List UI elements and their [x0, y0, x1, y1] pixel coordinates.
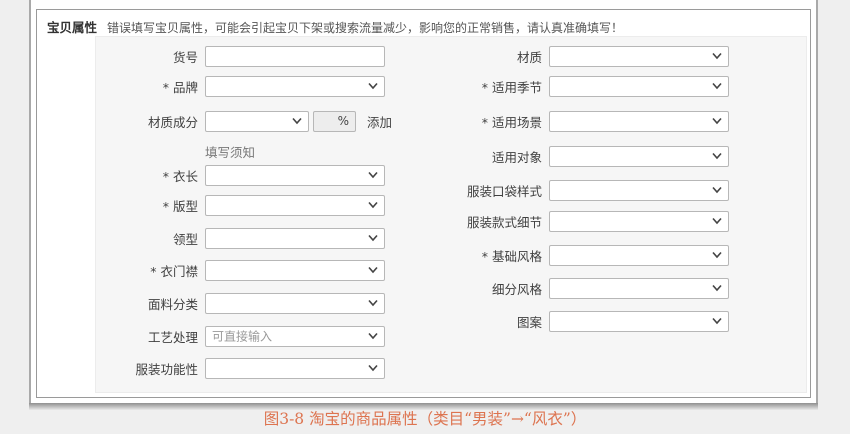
craft-treatment-label: 工艺处理 [104, 327, 205, 346]
form-row-style-details: 服装款式细节 [426, 210, 729, 232]
filling-notes-link[interactable]: 填写须知 [205, 142, 255, 161]
style-details-select[interactable] [549, 211, 729, 232]
scene-label: * 适用场景 [426, 112, 549, 131]
chevron-down-icon [712, 187, 722, 194]
chevron-down-icon [368, 300, 378, 307]
form-row-clothing-length: * 衣长 [104, 164, 385, 186]
form-row-filling-notes: 填写须知 [104, 140, 255, 162]
brand-label: * 品牌 [104, 77, 205, 96]
chevron-down-icon [368, 235, 378, 242]
form-row-fit-type: * 版型 [104, 194, 385, 216]
sub-style-select[interactable] [549, 278, 729, 299]
item-number-input[interactable] [205, 46, 385, 67]
fit-type-label: * 版型 [104, 196, 205, 215]
pocket-style-select[interactable] [549, 180, 729, 201]
chevron-down-icon [712, 53, 722, 60]
product-attributes-panel: 宝贝属性错误填写宝贝属性，可能会引起宝贝下架或搜索流量减少，影响您的正常销售，请… [36, 9, 811, 398]
chevron-down-icon [712, 218, 722, 225]
panel-header: 宝贝属性错误填写宝贝属性，可能会引起宝贝下架或搜索流量减少，影响您的正常销售，请… [47, 17, 623, 36]
collar-type-label: 领型 [104, 229, 205, 248]
form-row-item-number: 货号 [104, 45, 385, 67]
form-row-sub-style: 细分风格 [426, 277, 729, 299]
target-user-label: 适用对象 [426, 147, 549, 166]
material-select[interactable] [549, 46, 729, 67]
basic-style-label: * 基础风格 [426, 246, 549, 265]
chevron-down-icon [368, 172, 378, 179]
form-row-pocket-style: 服装口袋样式 [426, 179, 729, 201]
pattern-select[interactable] [549, 311, 729, 332]
scene-select[interactable] [549, 111, 729, 132]
pocket-style-label: 服装口袋样式 [426, 181, 549, 200]
brand-select[interactable] [205, 76, 385, 97]
attributes-form: 货号 * 品牌 材质成分 % 添加 [95, 36, 807, 393]
panel-warning-text: 错误填写宝贝属性，可能会引起宝贝下架或搜索流量减少，影响您的正常销售，请认真准确… [107, 21, 623, 35]
form-row-craft-treatment: 工艺处理 可直接输入 [104, 325, 385, 347]
chevron-down-icon [368, 202, 378, 209]
chevron-down-icon [368, 365, 378, 372]
fabric-category-label: 面料分类 [104, 294, 205, 313]
chevron-down-icon [292, 118, 302, 125]
chevron-down-icon [712, 118, 722, 125]
clothing-length-select[interactable] [205, 165, 385, 186]
figure-caption: 图3-8 淘宝的商品属性（类目“男装”→“风衣”） [0, 407, 850, 429]
sub-style-label: 细分风格 [426, 279, 549, 298]
chevron-down-icon [712, 83, 722, 90]
season-select[interactable] [549, 76, 729, 97]
percent-field[interactable]: % [313, 111, 356, 132]
form-row-fabric-category: 面料分类 [104, 292, 385, 314]
clothing-length-label: * 衣长 [104, 166, 205, 185]
chevron-down-icon [368, 333, 378, 340]
fit-type-select[interactable] [205, 195, 385, 216]
screenshot-page: 宝贝属性错误填写宝贝属性，可能会引起宝贝下架或搜索流量减少，影响您的正常销售，请… [29, 0, 818, 403]
style-details-label: 服装款式细节 [426, 212, 549, 231]
placket-select[interactable] [205, 260, 385, 281]
add-composition-link[interactable]: 添加 [367, 112, 392, 131]
form-row-pattern: 图案 [426, 310, 729, 332]
chevron-down-icon [712, 252, 722, 259]
form-row-basic-style: * 基础风格 [426, 244, 729, 266]
chevron-down-icon [368, 83, 378, 90]
form-row-material-composition: 材质成分 % 添加 [104, 110, 392, 132]
placket-label: * 衣门襟 [104, 261, 205, 280]
chevron-down-icon [712, 153, 722, 160]
material-composition-label: 材质成分 [104, 112, 205, 131]
form-row-brand: * 品牌 [104, 75, 385, 97]
form-row-season: * 适用季节 [426, 75, 729, 97]
clothing-function-select[interactable] [205, 358, 385, 379]
chevron-down-icon [712, 285, 722, 292]
form-row-material: 材质 [426, 45, 729, 67]
item-number-label: 货号 [104, 47, 205, 66]
chevron-down-icon [368, 267, 378, 274]
material-label: 材质 [426, 47, 549, 66]
craft-treatment-select[interactable]: 可直接输入 [205, 326, 385, 347]
pattern-label: 图案 [426, 312, 549, 331]
fabric-category-select[interactable] [205, 293, 385, 314]
form-row-target-user: 适用对象 [426, 145, 729, 167]
form-row-collar-type: 领型 [104, 227, 385, 249]
craft-treatment-value: 可直接输入 [212, 328, 272, 345]
form-row-placket: * 衣门襟 [104, 259, 385, 281]
collar-type-select[interactable] [205, 228, 385, 249]
form-row-scene: * 适用场景 [426, 110, 729, 132]
material-composition-select[interactable] [205, 111, 309, 132]
panel-title: 宝贝属性 [47, 20, 97, 35]
form-row-clothing-function: 服装功能性 [104, 357, 385, 379]
season-label: * 适用季节 [426, 77, 549, 96]
basic-style-select[interactable] [549, 245, 729, 266]
chevron-down-icon [712, 318, 722, 325]
page-background: 宝贝属性错误填写宝贝属性，可能会引起宝贝下架或搜索流量减少，影响您的正常销售，请… [0, 0, 850, 434]
clothing-function-label: 服装功能性 [104, 359, 205, 378]
target-user-select[interactable] [549, 146, 729, 167]
